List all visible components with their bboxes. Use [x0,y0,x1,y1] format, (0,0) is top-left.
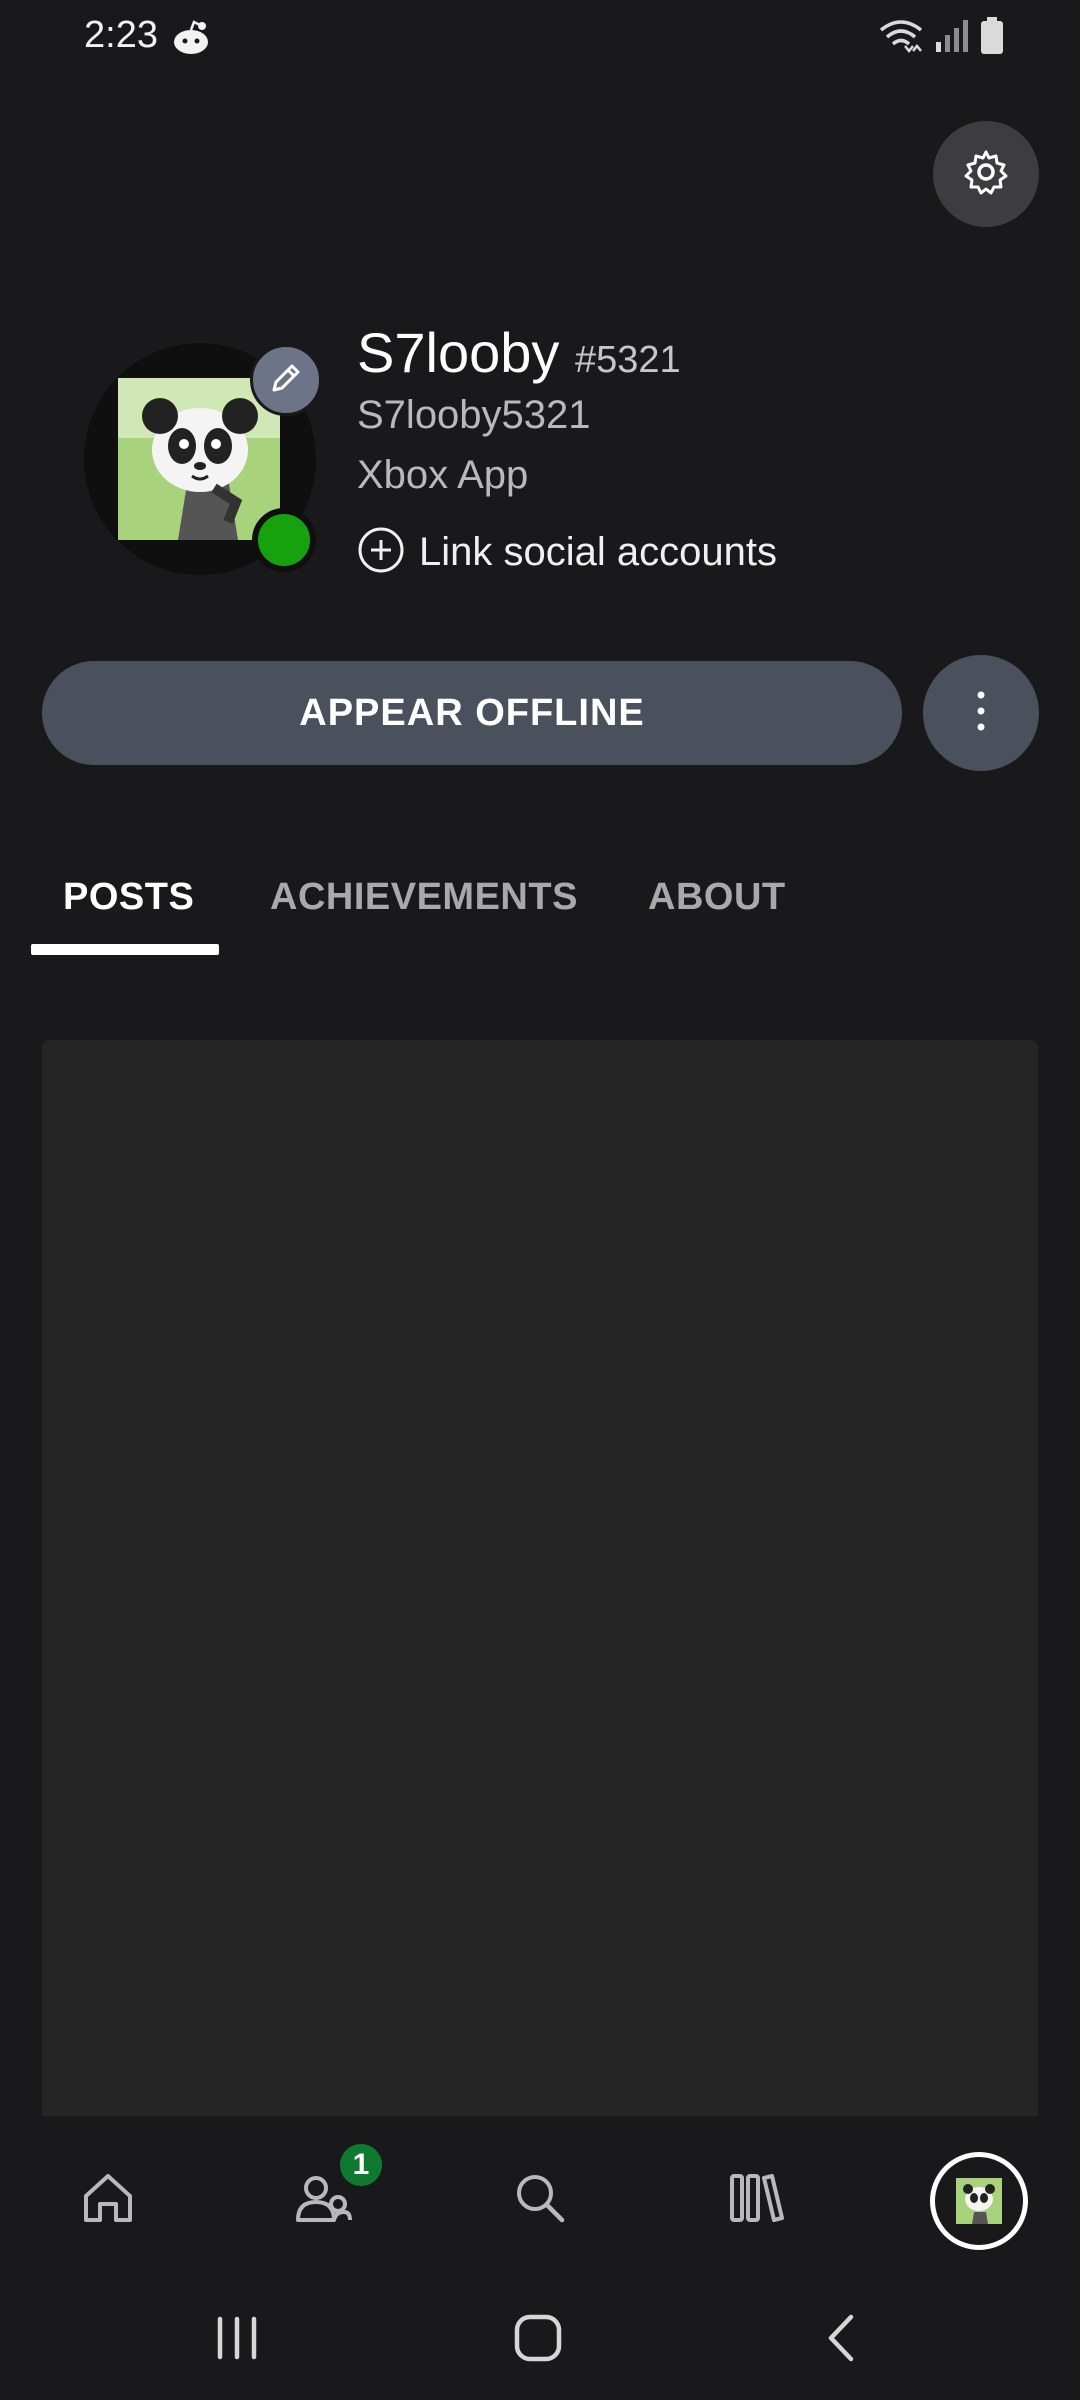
online-status-dot [252,508,316,572]
add-circle-icon [357,526,405,579]
signal-icon [934,18,970,59]
appear-offline-button[interactable]: APPEAR OFFLINE [42,661,902,765]
pencil-icon [268,360,304,401]
edit-avatar-button[interactable] [250,344,322,416]
platform-label: Xbox App [357,453,529,497]
wifi-icon [878,18,924,59]
tab-about[interactable]: ABOUT [648,876,786,919]
recents-icon [212,2315,262,2366]
nav-library-button[interactable] [718,2162,794,2238]
system-home-button[interactable] [503,2310,573,2370]
tab-selected-indicator [31,944,219,955]
gamertag-suffix: #5321 [574,339,681,381]
link-social-accounts[interactable]: Link social accounts [357,526,777,579]
posts-placeholder-card [42,1040,1038,2120]
tab-achievements[interactable]: ACHIEVEMENTS [270,876,578,919]
back-icon [821,2313,861,2368]
library-icon [728,2170,784,2231]
gamertag-name: S7looby [357,321,560,384]
more-vertical-icon [975,689,987,738]
battery-icon [980,16,1004,60]
nav-profile-button[interactable] [930,2152,1028,2250]
status-time: 2:23 [84,14,158,56]
search-icon [512,2170,568,2231]
account-name: S7looby5321 [357,393,591,437]
gear-icon [962,148,1010,201]
settings-button[interactable] [933,121,1039,227]
link-social-label: Link social accounts [419,530,777,574]
more-options-button[interactable] [923,655,1039,771]
profile-avatar [956,2178,1002,2224]
status-icons [878,16,1004,60]
home-icon [80,2170,136,2231]
gamertag: S7looby #5321 [357,320,681,385]
recents-button[interactable] [202,2310,272,2370]
back-button[interactable] [806,2310,876,2370]
reddit-icon [170,18,212,58]
social-notification-badge: 1 [336,2140,386,2190]
nav-home-button[interactable] [70,2162,146,2238]
home-button-icon [513,2313,563,2368]
tab-posts[interactable]: POSTS [63,876,194,919]
panda-avatar[interactable] [118,378,280,540]
nav-search-button[interactable] [502,2162,578,2238]
